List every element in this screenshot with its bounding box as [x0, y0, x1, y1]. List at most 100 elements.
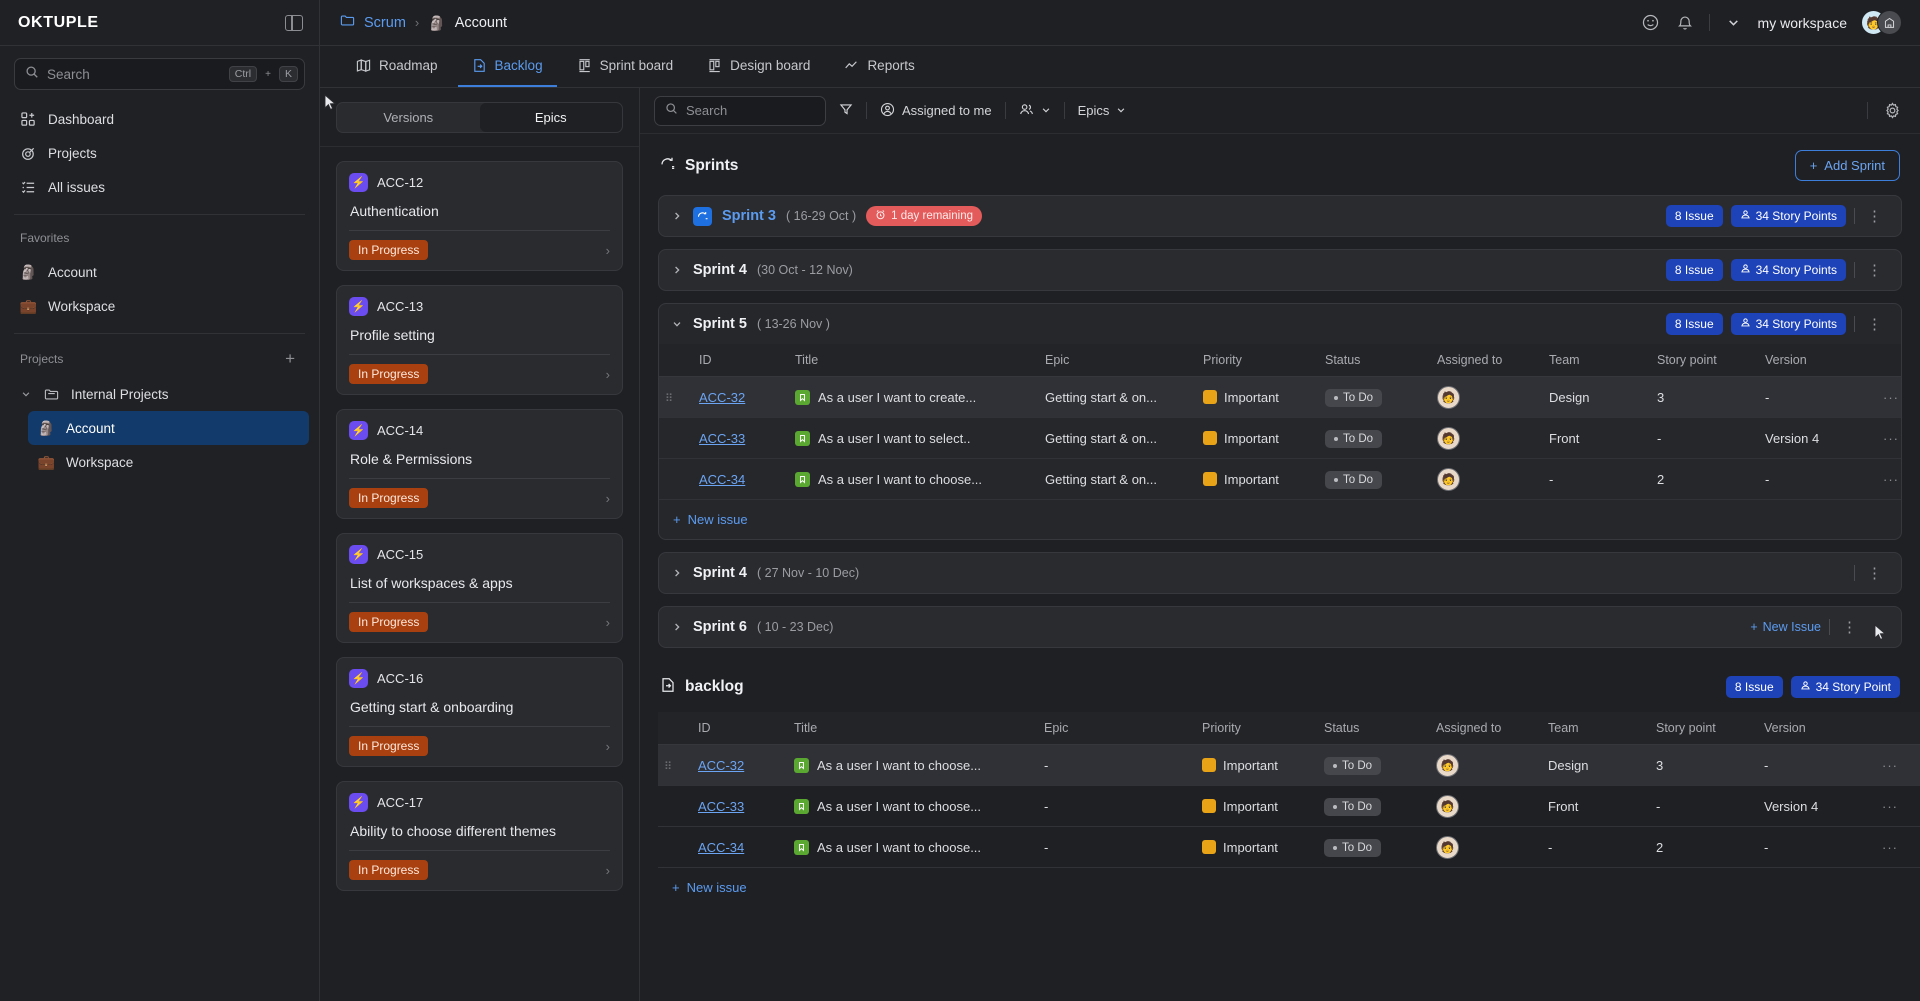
epic-card[interactable]: ⚡ ACC-12 Authentication In Progress ›: [336, 161, 623, 271]
gear-icon[interactable]: [1882, 101, 1902, 121]
workspace-name[interactable]: my workspace: [1758, 15, 1847, 31]
sprint-more-menu[interactable]: ⋮: [1863, 315, 1887, 333]
sidebar-search[interactable]: Search Ctrl + K: [14, 58, 305, 90]
add-project-button[interactable]: +: [285, 350, 299, 367]
chevron-right-icon[interactable]: ›: [606, 491, 610, 506]
tab-backlog[interactable]: Backlog: [457, 45, 557, 87]
tab-design-board[interactable]: Design board: [693, 45, 824, 87]
issue-actions-cell[interactable]: ···: [1876, 826, 1920, 868]
table-row[interactable]: ACC-33 As a user I want to select.. Gett…: [659, 417, 1901, 459]
issue-id-cell[interactable]: ACC-32: [692, 744, 788, 786]
issue-assignee-cell[interactable]: 🧑: [1431, 458, 1543, 500]
sprint-more-menu[interactable]: ⋮: [1863, 564, 1887, 582]
chevron-right-icon[interactable]: [671, 622, 683, 632]
sprint-more-menu[interactable]: ⋮: [1863, 207, 1887, 225]
issue-actions-cell[interactable]: ···: [1877, 376, 1901, 418]
chevron-right-icon[interactable]: ›: [606, 243, 610, 258]
panel-collapse-icon[interactable]: [285, 14, 303, 31]
epic-card[interactable]: ⚡ ACC-17 Ability to choose different the…: [336, 781, 623, 891]
epic-card[interactable]: ⚡ ACC-13 Profile setting In Progress ›: [336, 285, 623, 395]
table-row[interactable]: ⠿ ACC-32 As a user I want to create... G…: [659, 376, 1901, 418]
issue-id-cell[interactable]: ACC-32: [693, 376, 789, 418]
tab-reports[interactable]: Reports: [830, 45, 928, 87]
chevron-right-icon[interactable]: ›: [606, 367, 610, 382]
sprint-header[interactable]: Sprint 4 (30 Oct - 12 Nov) 8 Issue 34 St…: [659, 250, 1901, 290]
tab-roadmap[interactable]: Roadmap: [342, 45, 452, 87]
sidebar-item-project-workspace[interactable]: 💼 Workspace: [28, 445, 309, 479]
sprint-header[interactable]: Sprint 4 ( 27 Nov - 10 Dec) ⋮: [659, 553, 1901, 593]
row-more-menu[interactable]: ···: [1883, 472, 1899, 487]
segment-versions[interactable]: Versions: [337, 103, 480, 132]
table-row[interactable]: ACC-34 As a user I want to choose...: [659, 458, 1901, 500]
smiley-icon[interactable]: [1641, 13, 1661, 33]
favorite-item-account[interactable]: 🗿 Account: [10, 255, 309, 289]
row-more-menu[interactable]: ···: [1883, 431, 1899, 446]
chevron-right-icon[interactable]: [671, 211, 683, 221]
table-row[interactable]: ACC-33 As a user I want to choose... - I…: [658, 785, 1920, 827]
drag-handle-icon[interactable]: ⠿: [665, 393, 674, 405]
backlog-new-issue-button[interactable]: + New issue: [658, 868, 1902, 907]
sprint-more-menu[interactable]: ⋮: [1863, 261, 1887, 279]
row-more-menu[interactable]: ···: [1882, 840, 1898, 855]
sidebar-item-projects[interactable]: Projects: [10, 136, 309, 170]
table-row[interactable]: ⠿ ACC-32 As a user I want to choose... -…: [658, 744, 1920, 786]
chevron-right-icon[interactable]: ›: [606, 739, 610, 754]
drag-handle-cell[interactable]: ⠿: [658, 744, 692, 786]
issue-assignee-cell[interactable]: 🧑: [1431, 376, 1543, 418]
issue-assignee-cell[interactable]: 🧑: [1430, 744, 1542, 786]
table-row[interactable]: ACC-34 As a user I want to choose...: [658, 826, 1920, 868]
issue-assignee-cell[interactable]: 🧑: [1431, 417, 1543, 459]
sidebar-item-all-issues[interactable]: All issues: [10, 170, 309, 204]
issue-id-cell[interactable]: ACC-33: [692, 785, 788, 827]
issue-actions-cell[interactable]: ···: [1876, 785, 1920, 827]
sidebar-item-dashboard[interactable]: Dashboard: [10, 102, 309, 136]
drag-handle-icon[interactable]: ⠿: [664, 761, 673, 773]
sprint-header[interactable]: Sprint 5 ( 13-26 Nov ) 8 Issue 34 Story …: [659, 304, 1901, 344]
drag-handle-cell[interactable]: [658, 826, 692, 868]
segment-epics[interactable]: Epics: [479, 103, 622, 132]
epic-card[interactable]: ⚡ ACC-15 List of workspaces & apps In Pr…: [336, 533, 623, 643]
issue-id-cell[interactable]: ACC-33: [693, 417, 789, 459]
assigned-to-me-button[interactable]: Assigned to me: [867, 96, 1005, 126]
epic-card[interactable]: ⚡ ACC-16 Getting start & onboarding In P…: [336, 657, 623, 767]
issue-id-link[interactable]: ACC-33: [699, 431, 745, 446]
favorite-item-workspace[interactable]: 💼 Workspace: [10, 289, 309, 323]
sprint-header[interactable]: Sprint 3 ( 16-29 Oct ) 1 day remaining 8…: [659, 196, 1901, 236]
backlog-search-input[interactable]: Search: [654, 95, 826, 126]
epic-card[interactable]: ⚡ ACC-14 Role & Permissions In Progress …: [336, 409, 623, 519]
chevron-right-icon[interactable]: ›: [606, 863, 610, 878]
issue-id-cell[interactable]: ACC-34: [693, 458, 789, 500]
issue-id-link[interactable]: ACC-34: [699, 472, 745, 487]
issue-id-link[interactable]: ACC-32: [698, 758, 744, 773]
drag-handle-cell[interactable]: [659, 458, 693, 500]
epics-filter-button[interactable]: Epics: [1065, 96, 1140, 126]
row-more-menu[interactable]: ···: [1883, 390, 1899, 405]
chevron-right-icon[interactable]: [671, 568, 683, 578]
sidebar-item-project-account[interactable]: 🗿 Account: [28, 411, 309, 445]
chevron-right-icon[interactable]: [671, 265, 683, 275]
chevron-down-icon[interactable]: [1724, 13, 1744, 33]
issue-id-cell[interactable]: ACC-34: [692, 826, 788, 868]
people-filter-button[interactable]: [1006, 96, 1064, 126]
project-group-internal-projects[interactable]: Internal Projects: [10, 377, 309, 411]
row-more-menu[interactable]: ···: [1882, 758, 1898, 773]
drag-handle-cell[interactable]: ⠿: [659, 376, 693, 418]
issue-assignee-cell[interactable]: 🧑: [1430, 826, 1542, 868]
issue-assignee-cell[interactable]: 🧑: [1430, 785, 1542, 827]
row-more-menu[interactable]: ···: [1882, 799, 1898, 814]
tab-sprint-board[interactable]: Sprint board: [563, 45, 688, 87]
chevron-right-icon[interactable]: ›: [606, 615, 610, 630]
filter-button[interactable]: [826, 96, 866, 126]
chevron-down-icon[interactable]: [671, 319, 683, 329]
issue-actions-cell[interactable]: ···: [1876, 744, 1920, 786]
issue-actions-cell[interactable]: ···: [1877, 458, 1901, 500]
issue-id-link[interactable]: ACC-33: [698, 799, 744, 814]
drag-handle-cell[interactable]: [658, 785, 692, 827]
new-issue-button[interactable]: + New issue: [659, 500, 1901, 539]
breadcrumb-root[interactable]: Scrum: [364, 15, 406, 31]
sprint-more-menu[interactable]: ⋮: [1838, 618, 1862, 636]
add-sprint-button[interactable]: + Add Sprint: [1794, 150, 1900, 181]
sprint-new-issue-button[interactable]: + New Issue: [1750, 620, 1821, 634]
sprint-header[interactable]: Sprint 6 ( 10 - 23 Dec) + New Issue ⋮: [659, 607, 1901, 647]
issue-id-link[interactable]: ACC-32: [699, 390, 745, 405]
